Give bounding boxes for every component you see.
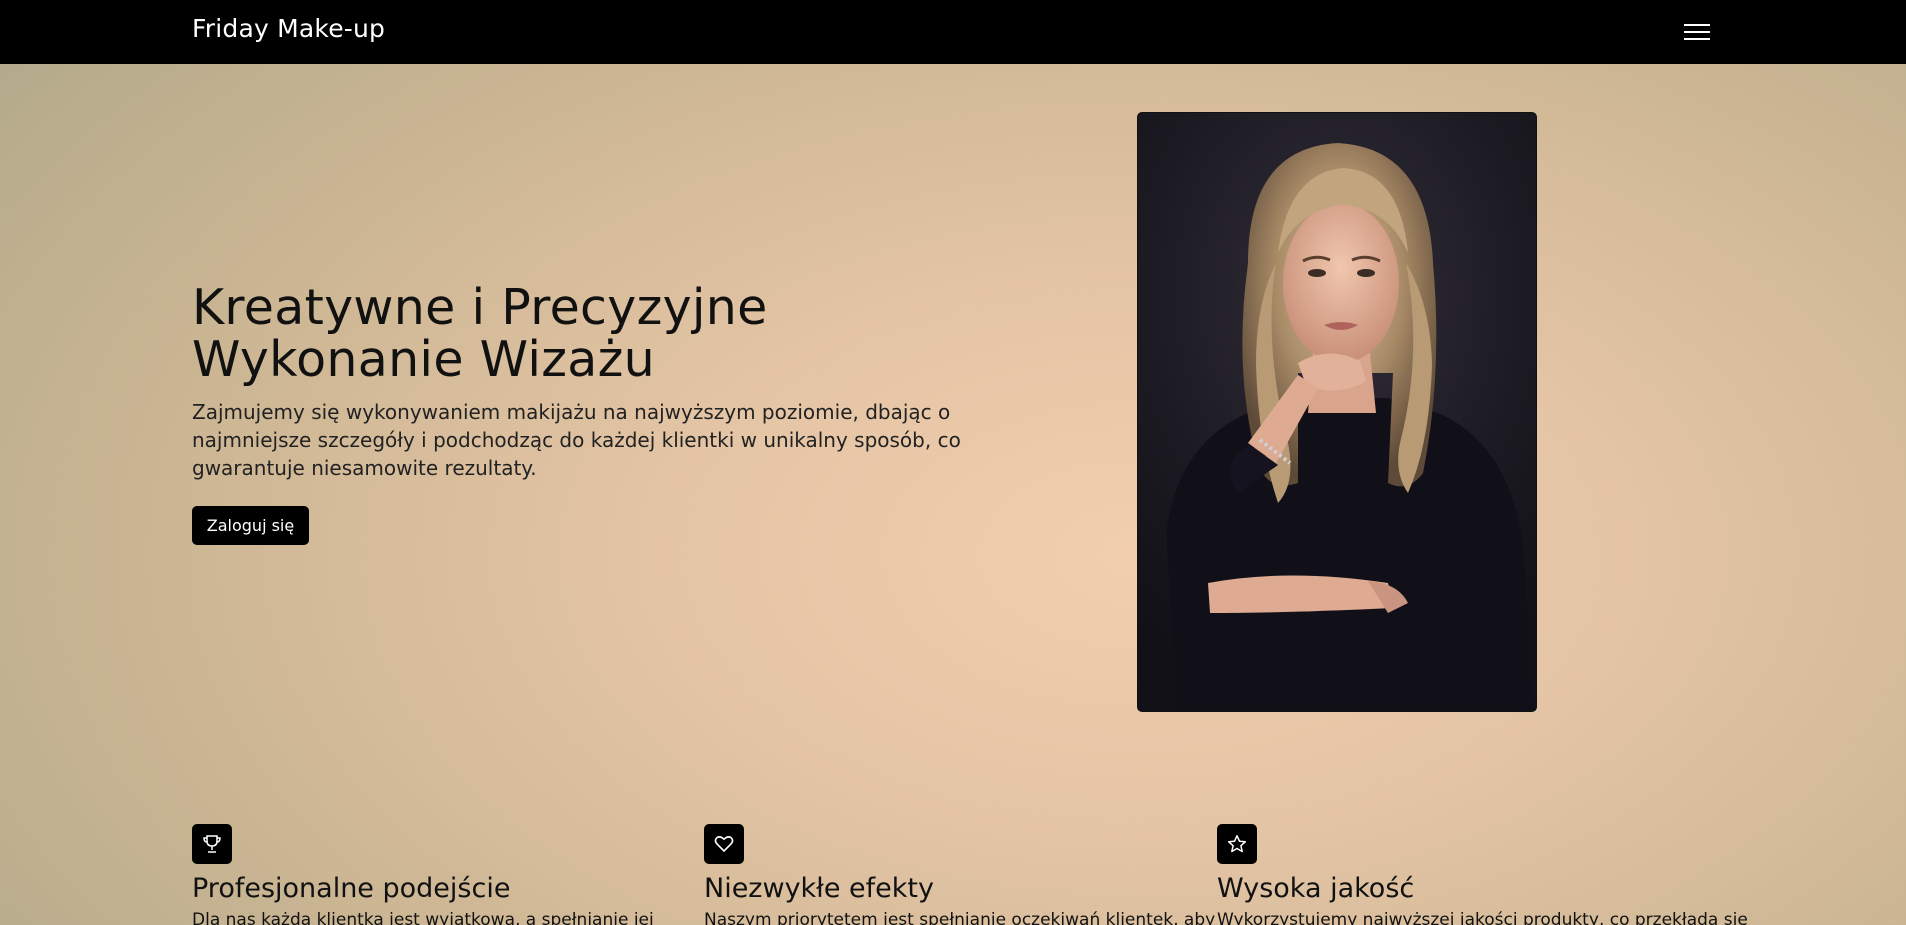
hero-title: Kreatywne i Precyzyjne Wykonanie Wizażu [192, 279, 768, 388]
feature-text: Naszym priorytetem jest spełnianie oczek… [704, 910, 1216, 925]
login-button[interactable]: Zaloguj się [192, 506, 309, 545]
feature-title: Profesjonalne podejście [192, 873, 511, 904]
top-navbar: Friday Make-up [0, 0, 1906, 64]
feature-card: Profesjonalne podejście Dla nas każda kl… [192, 824, 662, 925]
feature-card: Niezwykłe efekty Naszym priorytetem jest… [704, 824, 1216, 925]
feature-title: Wysoka jakość [1217, 873, 1415, 904]
feature-text: Wykorzystujemy najwyższej jakości produk… [1217, 910, 1748, 925]
feature-title: Niezwykłe efekty [704, 873, 934, 904]
star-icon [1217, 824, 1257, 864]
heart-icon [704, 824, 744, 864]
trophy-icon [192, 824, 232, 864]
feature-text: Dla nas każda klientka jest wyjątkowa, a… [192, 910, 654, 925]
feature-card: Wysoka jakość Wykorzystujemy najwyższej … [1217, 824, 1748, 925]
hero-portrait-image [1137, 112, 1537, 712]
hamburger-menu-icon[interactable] [1684, 22, 1710, 42]
brand-logo-link[interactable]: Friday Make-up [192, 14, 385, 43]
hero-description: Zajmujemy się wykonywaniem makijażu na n… [192, 400, 961, 480]
